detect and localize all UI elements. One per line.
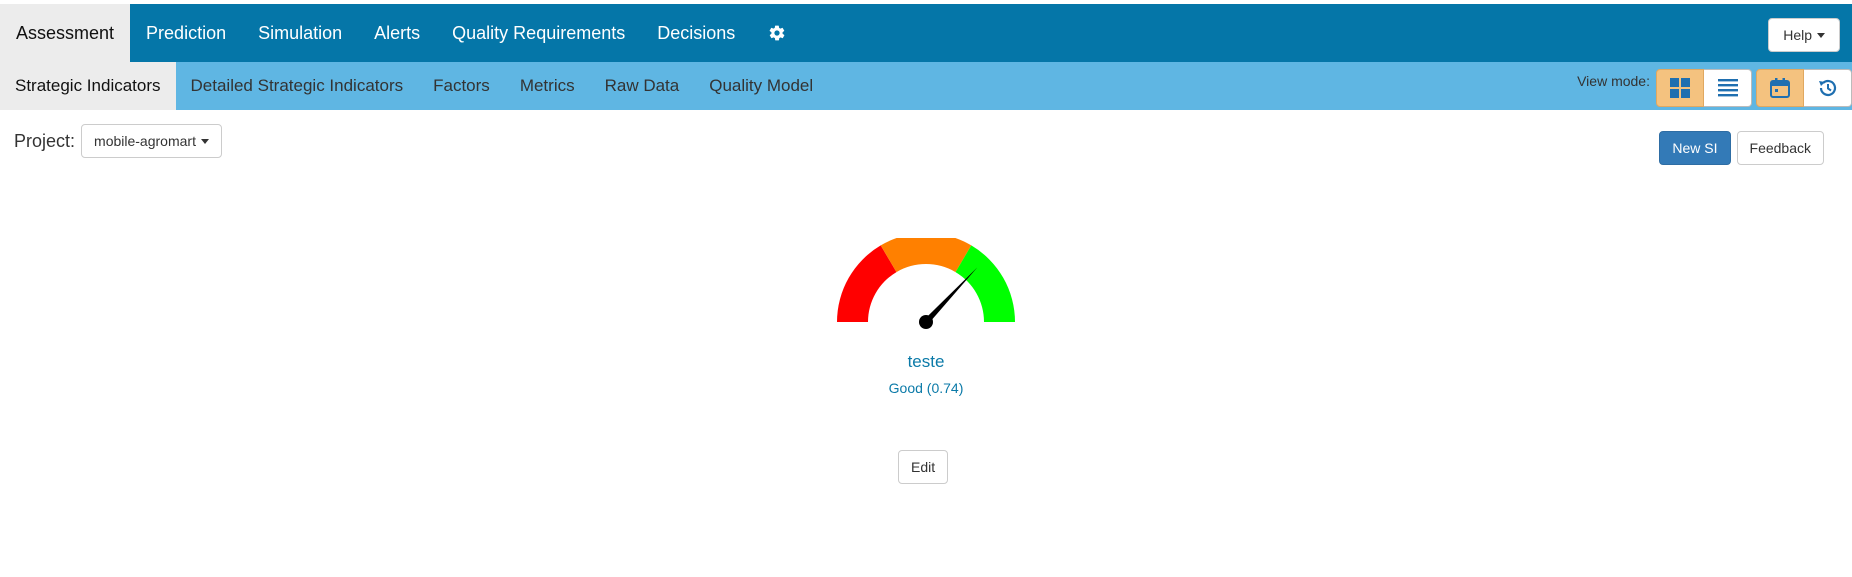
feedback-button[interactable]: Feedback bbox=[1736, 131, 1824, 165]
view-mode-group bbox=[1656, 69, 1752, 107]
edit-button[interactable]: Edit bbox=[898, 450, 949, 484]
caret-down-icon bbox=[200, 138, 209, 144]
grid-icon bbox=[1670, 78, 1690, 98]
main-navbar: Assessment Prediction Simulation Alerts … bbox=[0, 4, 1852, 62]
help-label: Help bbox=[1783, 27, 1812, 43]
strategic-indicator-gauge[interactable] bbox=[836, 233, 1016, 338]
tab-detailed-strategic-indicators[interactable]: Detailed Strategic Indicators bbox=[176, 62, 419, 110]
grid-view-button[interactable] bbox=[1656, 69, 1704, 107]
gauge-chart bbox=[837, 233, 1015, 329]
history-icon bbox=[1818, 79, 1836, 97]
gauge-needle bbox=[923, 267, 978, 325]
tab-factors[interactable]: Factors bbox=[418, 62, 505, 110]
view-mode-controls: View mode: bbox=[1577, 62, 1852, 110]
sub-navbar: Strategic Indicators Detailed Strategic … bbox=[0, 62, 1852, 110]
gauge-needle-hub bbox=[919, 315, 933, 329]
tab-decisions[interactable]: Decisions bbox=[641, 4, 751, 62]
project-row: Project: mobile-agromart bbox=[14, 124, 222, 158]
current-mode-button[interactable] bbox=[1756, 69, 1804, 107]
project-label: Project: bbox=[14, 130, 76, 151]
project-dropdown[interactable]: mobile-agromart bbox=[81, 124, 222, 158]
new-si-button[interactable]: New SI bbox=[1659, 131, 1731, 165]
tab-simulation[interactable]: Simulation bbox=[242, 4, 358, 62]
tab-quality-model[interactable]: Quality Model bbox=[694, 62, 828, 110]
project-selected-value: mobile-agromart bbox=[94, 133, 196, 149]
tab-assessment[interactable]: Assessment bbox=[0, 4, 131, 62]
tab-metrics[interactable]: Metrics bbox=[505, 62, 590, 110]
tab-alerts[interactable]: Alerts bbox=[358, 4, 436, 62]
tab-prediction[interactable]: Prediction bbox=[130, 4, 242, 62]
list-icon bbox=[1717, 79, 1738, 97]
indicator-status: Good (0.74) bbox=[888, 380, 964, 396]
settings-button[interactable] bbox=[751, 4, 803, 62]
tab-strategic-indicators[interactable]: Strategic Indicators bbox=[0, 62, 176, 110]
history-mode-button[interactable] bbox=[1804, 69, 1852, 107]
time-mode-group bbox=[1756, 69, 1852, 107]
caret-down-icon bbox=[1817, 32, 1825, 38]
help-dropdown-button[interactable]: Help bbox=[1768, 18, 1840, 52]
tab-quality-requirements[interactable]: Quality Requirements bbox=[436, 4, 641, 62]
view-mode-label: View mode: bbox=[1577, 73, 1650, 89]
gauge-band-1 bbox=[880, 233, 972, 273]
indicator-name[interactable]: teste bbox=[826, 352, 1026, 372]
action-buttons: New SI Feedback bbox=[1659, 131, 1824, 165]
list-view-button[interactable] bbox=[1704, 69, 1752, 107]
gear-icon bbox=[769, 25, 785, 41]
calendar-icon bbox=[1770, 78, 1790, 98]
tab-raw-data[interactable]: Raw Data bbox=[590, 62, 695, 110]
